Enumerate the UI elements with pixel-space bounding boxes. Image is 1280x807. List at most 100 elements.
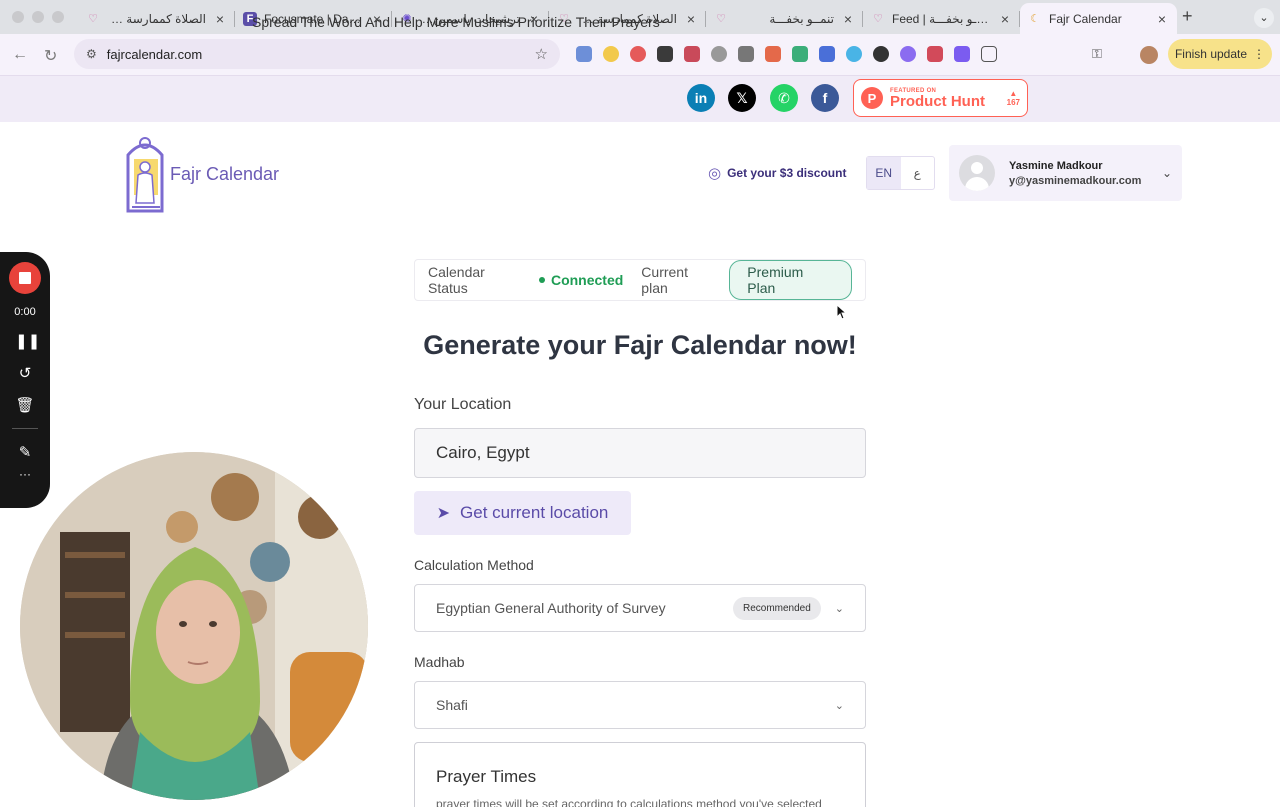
extension-icon[interactable] <box>684 46 700 62</box>
location-label: Your Location <box>414 396 512 413</box>
password-key-icon[interactable]: ⚿ <box>1092 46 1102 62</box>
user-menu[interactable]: Yasmine Madkour y@yasminemadkour.com ⌄ <box>949 145 1182 201</box>
extensions-row <box>576 46 997 62</box>
address-bar[interactable]: ⚙ fajrcalendar.com ☆ <box>74 39 560 69</box>
facebook-share-icon[interactable]: f <box>811 84 839 112</box>
close-tab-icon[interactable]: × <box>1155 11 1169 27</box>
dark-mode-icon[interactable] <box>873 46 889 62</box>
extension-icon[interactable] <box>819 46 835 62</box>
extension-icon[interactable] <box>576 46 592 62</box>
restart-icon[interactable]: ↺ <box>15 364 35 382</box>
x-share-icon[interactable]: 𝕏 <box>728 84 756 112</box>
maximize-window-button[interactable] <box>52 11 64 23</box>
more-menu-icon[interactable]: ⋮ <box>1253 47 1265 61</box>
location-input[interactable]: Cairo, Egypt <box>414 428 866 478</box>
madhab-select[interactable]: Shafi ⌄ <box>414 681 866 729</box>
close-window-button[interactable] <box>12 11 24 23</box>
extension-icon[interactable] <box>954 46 970 62</box>
extension-icon[interactable] <box>900 46 916 62</box>
chevron-down-icon: ⌄ <box>1161 166 1172 180</box>
status-label: Calendar Status <box>428 264 485 296</box>
heart-favicon-icon: ♡ <box>716 12 726 25</box>
heart-favicon-icon: ♡ <box>873 12 883 25</box>
extension-icon[interactable] <box>792 46 808 62</box>
extension-icon[interactable] <box>738 46 754 62</box>
webcam-overlay[interactable] <box>20 452 368 800</box>
new-tab-icon[interactable]: + <box>1182 6 1193 27</box>
close-tab-icon[interactable]: × <box>213 11 227 27</box>
more-options-icon[interactable]: ··· <box>15 467 35 481</box>
recorder-divider <box>12 428 38 429</box>
reload-icon[interactable]: ↻ <box>44 46 57 66</box>
finish-update-button[interactable]: Finish update ⋮ <box>1168 39 1272 69</box>
extension-icon[interactable] <box>927 46 943 62</box>
heart-favicon-icon: ♡ <box>88 12 98 25</box>
page-title: Generate your Fajr Calendar now! <box>423 330 857 360</box>
extension-icon[interactable] <box>846 46 862 62</box>
calculation-method-value: Egyptian General Authority of Survey <box>436 600 666 616</box>
back-icon[interactable]: ← <box>12 46 28 64</box>
pencil-icon[interactable]: ✎ <box>15 443 35 461</box>
recording-timer: 0:00 <box>14 306 36 318</box>
prayer-times-title: Prayer Times <box>436 767 537 786</box>
status-value: Connected <box>550 272 624 288</box>
discount-link[interactable]: ◎ Get your $3 discount <box>708 164 846 182</box>
extensions-puzzle-icon[interactable] <box>981 46 997 62</box>
location-value: Cairo, Egypt <box>436 443 530 462</box>
finish-update-label: Finish update <box>1174 47 1248 61</box>
extension-icon[interactable] <box>711 46 727 62</box>
tab-search-icon[interactable]: ⌄ <box>1254 8 1274 28</box>
linkedin-share-icon[interactable]: in <box>687 84 715 112</box>
extension-icon[interactable] <box>657 46 673 62</box>
close-tab-icon[interactable]: × <box>684 11 698 27</box>
calculation-method-select[interactable]: Egyptian General Authority of Survey Rec… <box>414 584 866 632</box>
extension-icon[interactable] <box>603 46 619 62</box>
language-switcher: EN ع <box>866 156 935 190</box>
lang-en-button[interactable]: EN <box>867 157 901 189</box>
calendar-status-bar: Calendar Status Connected Current plan P… <box>414 259 866 301</box>
calculation-method-label: Calculation Method <box>414 557 534 573</box>
status-dot-icon <box>539 277 545 283</box>
site-settings-icon[interactable]: ⚙ <box>86 47 97 61</box>
whatsapp-share-icon[interactable]: ✆ <box>770 84 798 112</box>
browser-tab-active[interactable]: ☾ Fajr Calendar × <box>1020 3 1177 34</box>
close-tab-icon[interactable]: × <box>841 11 855 27</box>
url-text: fajrcalendar.com <box>106 46 203 62</box>
screen-recorder-toolbar: 0:00 ❚❚ ↺ 🗑 ✎ ··· <box>0 252 50 508</box>
brand-name: Fajr Calendar <box>170 163 280 184</box>
stop-recording-button[interactable] <box>9 262 41 294</box>
navigation-arrow-icon: ➤ <box>436 505 451 522</box>
recommended-badge: Recommended <box>732 596 821 620</box>
window-controls <box>12 11 64 23</box>
bookmark-star-icon[interactable]: ☆ <box>535 45 548 63</box>
tab-title: Feed | تنمــو بخفـــة <box>892 11 991 26</box>
get-current-location-button[interactable]: ➤ Get current location <box>414 491 631 535</box>
extension-icon[interactable] <box>630 46 646 62</box>
get-location-label: Get current location <box>460 503 609 522</box>
mouse-cursor-icon <box>836 304 848 320</box>
vote-count: ▲ 167 <box>1006 89 1020 107</box>
chevron-down-icon: ⌄ <box>834 602 844 615</box>
webcam-video-image <box>20 452 368 800</box>
trash-icon[interactable]: 🗑 <box>15 396 35 414</box>
promo-banner <box>0 76 1280 122</box>
pause-icon[interactable]: ❚❚ <box>15 332 40 350</box>
browser-tab[interactable]: ♡ Feed | تنمــو بخفـــة × <box>863 3 1020 34</box>
vote-count-value: 167 <box>1006 98 1020 107</box>
browser-tab[interactable]: ♡ تنمــو بخفـــة × <box>706 3 863 34</box>
madhab-value: Shafi <box>436 697 468 713</box>
tab-title: الصلاة كممارسة جسدي <box>107 11 206 26</box>
minimize-window-button[interactable] <box>32 11 44 23</box>
browser-tab[interactable]: ♡ الصلاة كممارسة جسدي × <box>78 3 235 34</box>
product-hunt-badge[interactable]: P FEATURED ON Product Hunt ▲ 167 <box>853 79 1028 117</box>
extension-icon[interactable] <box>765 46 781 62</box>
madhab-label: Madhab <box>414 654 465 670</box>
lang-ar-button[interactable]: ع <box>901 157 935 189</box>
close-tab-icon[interactable]: × <box>998 11 1012 27</box>
user-avatar-icon <box>959 155 995 191</box>
user-name: Yasmine Madkour <box>1009 159 1103 172</box>
profile-avatar[interactable] <box>1140 46 1158 64</box>
discount-icon: ◎ <box>708 165 722 182</box>
brand-logo[interactable]: Fajr Calendar <box>124 135 279 213</box>
user-email: y@yasminemadkour.com <box>1009 174 1142 187</box>
